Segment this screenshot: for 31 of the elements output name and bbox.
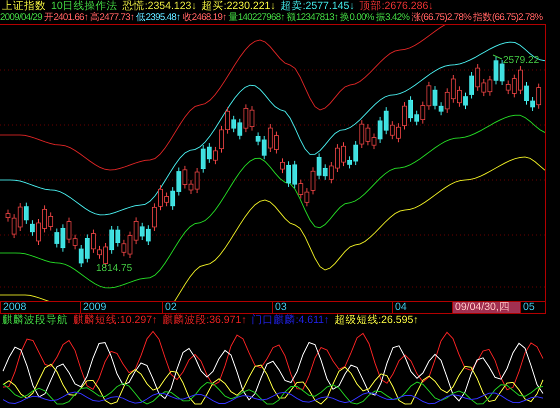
axis-label: 02 [162,302,272,313]
quote-field: 换0.00% [340,12,374,24]
quote-field: 额12347813↑ [286,12,338,24]
leader-line [492,54,502,60]
quote-field: 振3.42% [376,12,410,24]
axis-label: 05 [520,302,545,313]
indicator-value: 超级短线:26.595↑ [334,314,419,326]
quote-field: 涨(66.75)2.78% [411,12,472,24]
signal-value: 超卖:2577.145↓ [280,0,355,12]
high-price-label: 2579.22 [503,55,540,66]
quote-field: 收2468.19↑ [182,12,226,24]
axis-label: 09/04/30,四 [452,302,520,313]
signal-value: 顶部:2676.286↓ [360,0,434,12]
axis-label: 03 [272,302,392,313]
indicator-value: 麒麟波段:36.971↑ [162,314,247,326]
quote-field: 低2395.48↑ [136,12,180,24]
indicator-name: 10日线操作法 [51,0,118,12]
signal-value: 恐慌:2354.123↓ [122,0,197,12]
indicator-value: 门口麒麟:4.611↑ [252,314,330,326]
quote-field: 量140227968↑ [228,12,285,24]
axis-label: 2009 [80,302,162,313]
axis-label: 2008 [0,302,80,313]
low-price-label: 1814.75 [96,263,132,274]
signal-value: 超买:2230.221↓ [202,0,276,12]
quote-field: 开2401.66↑ [44,12,88,24]
quote-field: 指数(66.75)2.78% [473,12,542,24]
indicator-value: 麒麟短线:10.297↑ [73,314,158,326]
quote-date: 2009/04/29 [0,12,42,24]
symbol-name: 上证指数 [2,0,46,12]
quote-field: 高2477.73↑ [90,12,134,24]
indicator-title: 麒麟波段导航 [2,314,68,326]
